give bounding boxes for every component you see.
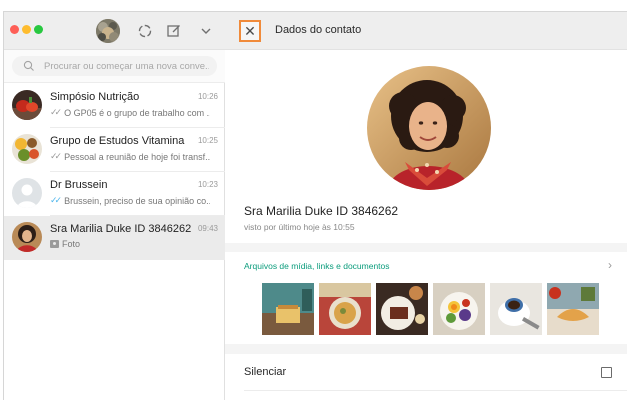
mute-label: Silenciar: [244, 366, 287, 378]
chat-time: 09:43: [197, 224, 218, 233]
app-window: Simpósio Nutrição 10:26 ✓✓ O GP05 é o gr…: [3, 11, 627, 400]
media-thumbnail[interactable]: [376, 283, 428, 335]
search-input[interactable]: [44, 60, 209, 72]
chat-preview: ✓✓ Brussein, preciso de sua opinião co..…: [50, 195, 210, 206]
page-title: Dados do contato: [275, 24, 362, 36]
chat-name: Sra Marilia Duke ID 3846262: [50, 223, 192, 235]
contact-info-header: ✕ Dados do contato: [225, 12, 627, 50]
chat-preview-text: Brussein, preciso de sua opinião co...: [64, 195, 210, 206]
read-receipt-icon: ✓✓: [50, 107, 62, 117]
media-thumbnail[interactable]: [490, 283, 542, 335]
window-minimize-light[interactable]: [22, 25, 31, 34]
mute-checkbox[interactable]: [601, 367, 612, 378]
chat-item-marilia-duke[interactable]: Sra Marilia Duke ID 3846262 09:43 Foto: [4, 216, 225, 260]
media-thumbnail[interactable]: [433, 283, 485, 335]
media-thumbnail[interactable]: [262, 283, 314, 335]
window-close-light[interactable]: [10, 25, 19, 34]
last-seen-status: visto por último hoje às 10:55: [244, 222, 355, 232]
chevron-right-icon[interactable]: ›: [608, 258, 612, 272]
search-bar: [4, 50, 225, 83]
close-icon: ✕: [244, 22, 256, 39]
chat-item-dr-brussein[interactable]: Dr Brussein 10:23 ✓✓ Brussein, preciso d…: [4, 172, 225, 216]
media-links-docs-link[interactable]: Arquivos de mídia, links e documentos: [244, 261, 390, 271]
chat-item-grupo-vitamina[interactable]: Grupo de Estudos Vitamina 10:25 ✓✓ Pesso…: [4, 128, 225, 172]
status-icon[interactable]: [135, 21, 155, 41]
chat-preview-text: Foto: [62, 239, 81, 249]
chat-list-header: [4, 12, 225, 50]
read-receipt-icon: ✓✓: [50, 151, 62, 161]
chat-list-pane: Simpósio Nutrição 10:26 ✓✓ O GP05 é o gr…: [4, 12, 225, 400]
search-box[interactable]: [12, 56, 217, 76]
avatar: [12, 222, 42, 252]
my-profile-avatar[interactable]: [96, 19, 120, 43]
read-receipt-icon: ✓✓: [50, 195, 62, 205]
chevron-down-icon[interactable]: [196, 21, 216, 41]
chat-name: Dr Brussein: [50, 179, 108, 191]
chat-name: Simpósio Nutrição: [50, 91, 140, 103]
mute-section: Silenciar: [225, 354, 627, 400]
chat-preview: ✓✓ Pessoal a reunião de hoje foi transf.…: [50, 151, 210, 162]
chat-time: 10:25: [197, 136, 218, 145]
chat-preview-text: Pessoal a reunião de hoje foi transf...: [64, 151, 210, 162]
chat-preview: Foto: [50, 239, 210, 249]
profile-section: Sra Marilia Duke ID 3846262 visto por úl…: [225, 50, 627, 243]
media-thumbnail[interactable]: [319, 283, 371, 335]
chat-item-simposio[interactable]: Simpósio Nutrição 10:26 ✓✓ O GP05 é o gr…: [4, 84, 225, 128]
chat-preview: ✓✓ O GP05 é o grupo de trabalho com ...: [50, 107, 210, 118]
contact-info-pane: ✕ Dados do contato Sra Marilia Duke ID 3…: [225, 12, 627, 400]
contact-profile-photo[interactable]: [367, 66, 491, 190]
default-avatar-icon: [12, 178, 42, 208]
chat-time: 10:26: [197, 92, 218, 101]
photo-icon: [50, 240, 59, 248]
close-button[interactable]: ✕: [239, 20, 261, 42]
avatar: [12, 90, 42, 120]
search-icon: [22, 59, 36, 73]
contact-name: Sra Marilia Duke ID 3846262: [244, 204, 399, 218]
chat-preview-text: O GP05 é o grupo de trabalho com ...: [64, 107, 210, 118]
avatar: [12, 134, 42, 164]
media-section: Arquivos de mídia, links e documentos ›: [225, 252, 627, 344]
window-zoom-light[interactable]: [34, 25, 43, 34]
chat-time: 10:23: [197, 180, 218, 189]
media-thumbnail[interactable]: [547, 283, 599, 335]
chat-name: Grupo de Estudos Vitamina: [50, 135, 185, 147]
new-chat-icon[interactable]: [164, 21, 184, 41]
divider: [244, 390, 627, 391]
